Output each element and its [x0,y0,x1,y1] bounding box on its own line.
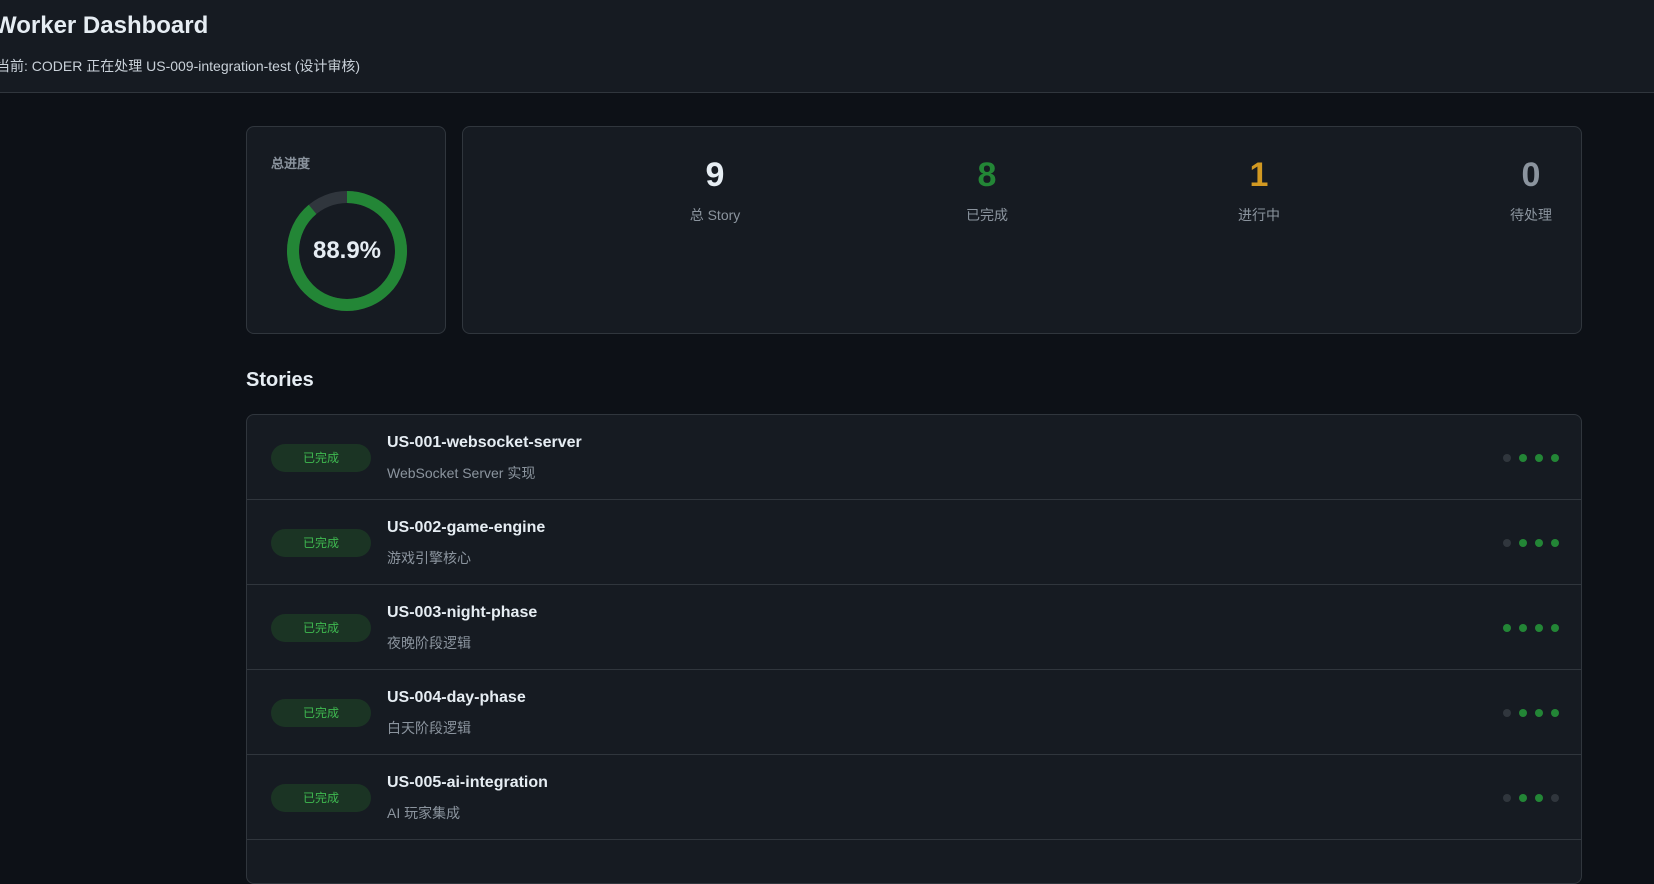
story-id[interactable]: US-005-ai-integration [387,774,548,792]
step-complete-dot [1535,794,1543,802]
story-id[interactable]: US-003-night-phase [387,604,537,622]
story-step-indicators [1503,794,1559,802]
status-badge: 已完成 [271,444,371,472]
stat-in-progress-label: 进行中 [1238,207,1280,223]
step-complete-dot [1551,454,1559,462]
step-complete-dot [1551,539,1559,547]
stat-in-progress-value: 1 [1249,156,1269,194]
story-step-indicators [1503,624,1559,632]
stat-done-label: 已完成 [966,207,1008,223]
stat-total-label: 总 Story [689,207,741,223]
status-badge: 已完成 [271,699,371,727]
stat-pending: 0 待处理 [1431,155,1631,225]
current-task-status: 当前: CODER 正在处理 US-009-integration-test (… [0,58,361,74]
step-complete-dot [1551,709,1559,717]
stat-pending-value: 0 [1521,156,1541,194]
step-pending-dot [1503,794,1511,802]
story-row[interactable]: 已完成 US-004-day-phase 白天阶段逻辑 [247,670,1581,755]
step-pending-dot [1503,539,1511,547]
step-pending-dot [1503,454,1511,462]
story-id[interactable]: US-004-day-phase [387,689,526,707]
page-title: Worker Dashboard [0,12,209,39]
status-badge: 已完成 [271,529,371,557]
story-row-partial[interactable] [247,840,1581,883]
story-description: WebSocket Server 实现 [387,465,536,481]
story-description: 夜晚阶段逻辑 [387,635,471,651]
story-description: 白天阶段逻辑 [387,720,471,736]
stat-done-value: 8 [977,156,997,194]
step-complete-dot [1519,794,1527,802]
story-row[interactable]: 已完成 US-003-night-phase 夜晚阶段逻辑 [247,585,1581,670]
step-complete-dot [1535,539,1543,547]
step-complete-dot [1519,709,1527,717]
story-description: AI 玩家集成 [387,805,461,821]
progress-percent: 88.9% [312,237,382,264]
progress-ring: 88.9% [285,189,409,313]
story-list: 已完成 US-001-websocket-server WebSocket Se… [246,414,1582,884]
stories-heading: Stories [246,369,314,391]
page-header: Worker Dashboard 当前: CODER 正在处理 US-009-i… [0,0,1654,93]
story-row[interactable]: 已完成 US-002-game-engine 游戏引擎核心 [247,500,1581,585]
step-pending-dot [1503,709,1511,717]
story-step-indicators [1503,539,1559,547]
step-complete-dot [1519,624,1527,632]
stat-pending-label: 待处理 [1510,207,1552,223]
step-complete-dot [1535,624,1543,632]
stat-done: 8 已完成 [887,155,1087,225]
step-pending-dot [1551,794,1559,802]
step-complete-dot [1503,624,1511,632]
step-complete-dot [1519,539,1527,547]
progress-label: 总进度 [271,156,311,171]
status-badge: 已完成 [271,784,371,812]
story-step-indicators [1503,454,1559,462]
stat-in-progress: 1 进行中 [1159,155,1359,225]
status-badge: 已完成 [271,614,371,642]
step-complete-dot [1535,454,1543,462]
stat-total: 9 总 Story [615,155,815,225]
story-step-indicators [1503,709,1559,717]
story-row[interactable]: 已完成 US-005-ai-integration AI 玩家集成 [247,755,1581,840]
story-row[interactable]: 已完成 US-001-websocket-server WebSocket Se… [247,415,1581,500]
story-description: 游戏引擎核心 [387,550,471,566]
step-complete-dot [1519,454,1527,462]
progress-card: 总进度 88.9% [246,126,446,334]
stat-total-value: 9 [705,156,725,194]
story-id[interactable]: US-001-websocket-server [387,434,582,452]
stats-card: 9 总 Story 8 已完成 1 进行中 0 待处理 [462,126,1582,334]
step-complete-dot [1535,709,1543,717]
story-id[interactable]: US-002-game-engine [387,519,545,537]
step-complete-dot [1551,624,1559,632]
